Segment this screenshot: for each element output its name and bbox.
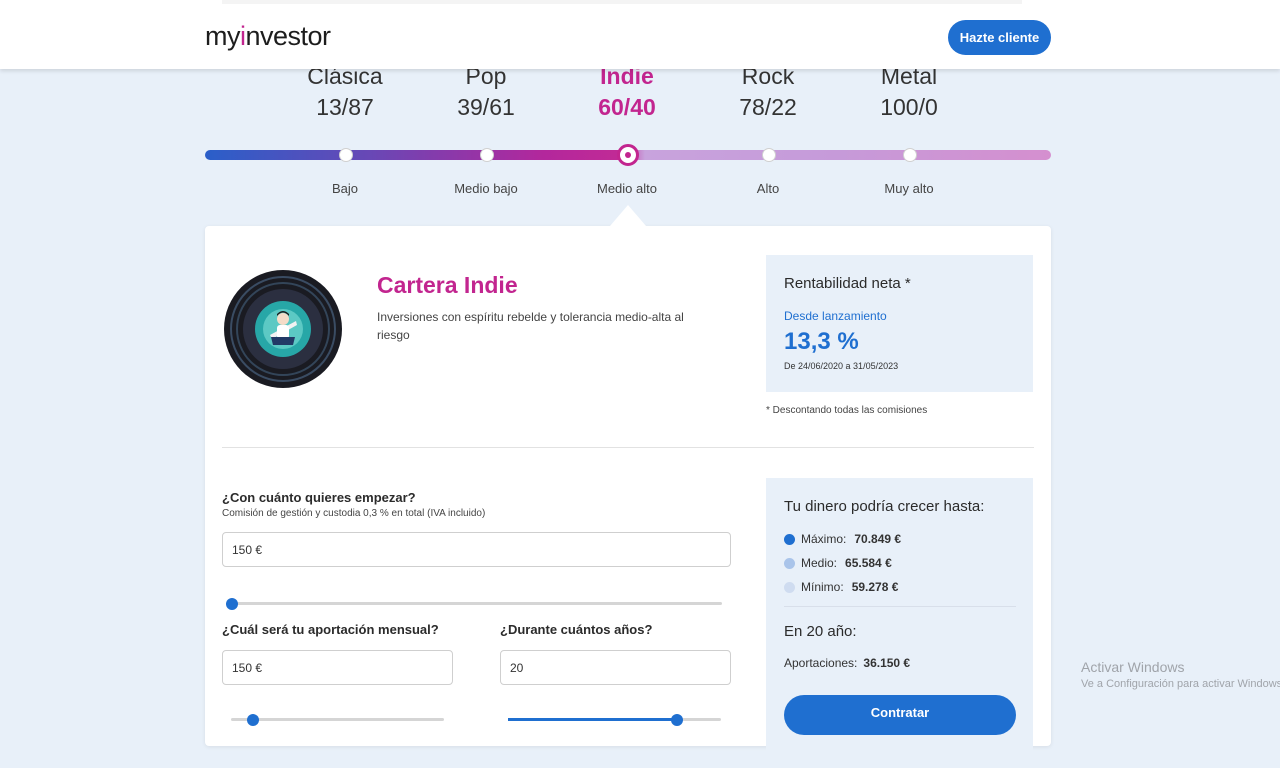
windows-activation-watermark-text: Ve a Configuración para activar Windows. [1081,678,1280,690]
growth-title: Tu dinero podría crecer hasta: [784,498,985,515]
portfolio-description: Inversiones con espíritu rebelde y toler… [377,310,684,342]
growth-projection-panel: Tu dinero podría crecer hasta: Máximo: 7… [766,478,1033,768]
portfolio-title: Cartera Indie [377,272,518,298]
risk-stop-alto[interactable] [762,148,776,162]
initial-amount-input[interactable]: 150 € [222,532,731,567]
legend-maximo: Máximo: 70.849 € [784,532,901,546]
monthly-contribution-slider-thumb[interactable] [247,714,259,726]
initial-amount-slider-thumb[interactable] [226,598,238,610]
risk-label: Bajo [331,181,359,196]
card-pointer-notch [610,205,646,226]
monthly-contribution-label: ¿Cuál será tu aportación mensual? [222,622,439,637]
legend-mid-value: 65.584 € [845,556,892,570]
portfolio-ratio: 78/22 [739,94,797,120]
years-input[interactable]: 20 [500,650,731,685]
risk-label: Muy alto [884,181,934,196]
years-slider-thumb[interactable] [671,714,683,726]
portfolio-ratio: 39/61 [457,94,515,120]
years-label: ¿Durante cuántos años? [500,622,653,637]
risk-label: Alto [756,181,780,196]
logo-text-main: my [205,21,241,51]
browser-strip [222,0,1022,4]
portfolio-option-clasica[interactable]: Clásica 13/87 [275,60,415,121]
legend-minimo: Mínimo: 59.278 € [784,580,898,594]
windows-activation-watermark-title: Activar Windows [1081,659,1185,675]
section-divider [222,447,1034,448]
risk-stop-medio-alto-selected[interactable] [617,144,639,166]
aportaciones-label: Aportaciones: [784,656,858,670]
risk-stop-muy-alto[interactable] [903,148,917,162]
hazte-cliente-button[interactable]: Hazte cliente [948,20,1051,55]
years-summary: En 20 año: [784,623,857,640]
portfolio-option-indie[interactable]: Indie 60/40 [557,60,697,121]
rentabilidad-title: Rentabilidad neta * [784,275,911,292]
risk-label: Medio alto [597,181,657,196]
risk-stop-medio-bajo[interactable] [480,148,494,162]
growth-divider [784,606,1016,607]
initial-amount-label: ¿Con cuánto quieres empezar? [222,490,416,505]
rentabilidad-subtitle: Desde lanzamiento [784,309,887,323]
legend-mid-label: Medio: [801,556,838,570]
initial-amount-slider[interactable] [231,602,722,605]
portfolio-option-rock[interactable]: Rock 78/22 [698,60,838,121]
portfolio-option-pop[interactable]: Pop 39/61 [416,60,556,121]
aportaciones-summary: Aportaciones: 36.150 € [784,656,910,670]
portfolio-ratio: 13/87 [316,94,374,120]
initial-amount-hint: Comisión de gestión y custodia 0,3 % en … [222,508,486,519]
portfolio-ratio: 100/0 [880,94,938,120]
rentabilidad-value: 13,3 % [784,328,859,355]
myinvestor-logo[interactable]: myinvestor [205,21,331,52]
portfolio-ratio: 60/40 [598,94,656,120]
legend-medio: Medio: 65.584 € [784,556,892,570]
rentabilidad-dates: De 24/06/2020 a 31/05/2023 [784,361,899,371]
monthly-contribution-input[interactable]: 150 € [222,650,453,685]
commission-note: * Descontando todas las comisiones [766,405,928,416]
legend-max-value: 70.849 € [854,532,902,546]
contratar-button[interactable]: Contratar [784,695,1016,735]
aportaciones-value: 36.150 € [863,656,911,670]
logo-text-rest: nvestor [245,21,332,51]
legend-dot-mid [784,557,795,569]
portfolio-option-metal[interactable]: Metal 100/0 [839,60,979,121]
legend-min-value: 59.278 € [851,580,899,594]
legend-max-label: Máximo: [801,532,847,546]
legend-dot-min [784,581,795,593]
portfolio-detail-card: Cartera Indie Inversiones con espíritu r… [205,226,1051,768]
legend-min-label: Mínimo: [801,580,844,594]
rentabilidad-panel: Rentabilidad neta * Desde lanzamiento 13… [766,255,1033,392]
vinyl-record-icon [224,270,342,388]
top-navbar: myinvestor Hazte cliente [0,0,1280,69]
legend-dot-max [784,533,795,545]
risk-stop-bajo[interactable] [339,148,353,162]
risk-label: Medio bajo [454,181,518,196]
